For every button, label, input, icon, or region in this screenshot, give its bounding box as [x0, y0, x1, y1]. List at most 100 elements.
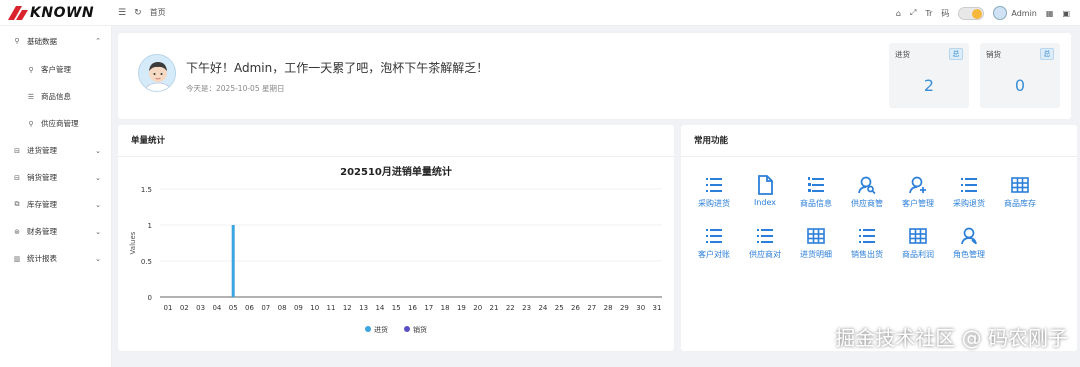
sidebar-item-suppliers[interactable]: ⚲ 供应商管理 [0, 110, 111, 137]
y-tick-label: 0.5 [141, 258, 152, 266]
x-tick-label: 07 [261, 304, 270, 312]
greeting-text: 下午好！Admin，工作一天累了吧，泡杯下午茶解解乏！ [186, 61, 489, 75]
card-title: 单量统计 [118, 125, 674, 157]
function-label: 角色管理 [953, 250, 985, 259]
function-label: 供应商对 [749, 250, 781, 259]
sidebar-item-label: 供应商管理 [41, 119, 79, 128]
common-functions-card: 常用功能 采购进货 Index 商品信息 供应商管 客户管理 采购退货 商品库存 客户对账 供应… [681, 125, 1077, 351]
home-icon[interactable]: ⌂ [896, 9, 901, 18]
refresh-icon[interactable]: ↻ [134, 8, 142, 18]
stat-title: 进货 [895, 50, 910, 59]
legend-label: 销货 [413, 325, 427, 334]
function-item[interactable]: Index [740, 175, 790, 215]
x-tick-label: 14 [375, 304, 384, 312]
theme-toggle[interactable] [958, 6, 985, 20]
sidebar-item-products[interactable]: ☰ 商品信息 [0, 83, 111, 110]
document-icon [755, 175, 775, 195]
function-label: 供应商管 [851, 199, 883, 208]
list-icon [857, 226, 877, 246]
breadcrumb[interactable]: 首页 [150, 7, 166, 18]
stat-purchase[interactable]: 进货 总 2 [889, 43, 969, 108]
top-header: KNOWN ☰ ↻ 首页 ⌂ ⤢ Tr 码 Admin ▦ ▣ [0, 0, 1080, 26]
sidebar-item-label: 商品信息 [41, 92, 71, 101]
logo-text: KNOWN [30, 4, 95, 21]
x-tick-label: 30 [636, 304, 645, 312]
x-tick-label: 26 [571, 304, 580, 312]
bar-purchase [231, 225, 235, 297]
font-size-button[interactable]: Tr [925, 9, 932, 18]
table-icon [806, 226, 826, 246]
sidebar-item-label: 销货管理 [27, 173, 57, 182]
stat-sales[interactable]: 销货 总 0 [980, 43, 1060, 108]
x-tick-label: 17 [424, 304, 433, 312]
stat-badge-icon: 总 [949, 48, 963, 60]
table-icon [908, 226, 928, 246]
function-label: 客户管理 [902, 199, 934, 208]
avatar [138, 54, 176, 92]
x-tick-label: 01 [164, 304, 173, 312]
function-label: 商品信息 [800, 199, 832, 208]
x-tick-label: 21 [490, 304, 499, 312]
function-item[interactable]: 采购退货 [944, 175, 994, 215]
avatar[interactable] [993, 6, 1008, 20]
logo[interactable]: KNOWN [0, 0, 112, 26]
menu-icon[interactable]: ☰ [118, 8, 126, 18]
x-tick-label: 25 [555, 304, 564, 312]
order-stats-chart: 202510月进销单量统计 0 0.5 1 1.5 Values 01 02 03 04 05 06 0… [129, 165, 662, 334]
y-tick-label: 1.5 [141, 186, 152, 194]
sun-icon [972, 8, 983, 19]
chart-icon: ▥ [13, 254, 21, 263]
x-tick-label: 24 [538, 304, 547, 312]
sidebar-item-label: 财务管理 [27, 227, 57, 236]
sidebar-item-reports[interactable]: ▥ 统计报表 ⌄ [0, 245, 111, 272]
function-item[interactable]: 采购进货 [689, 175, 739, 215]
sidebar-item-basic-data[interactable]: ⚲ 基础数据 ⌃ [0, 26, 111, 56]
welcome-card: 下午好！Admin，工作一天累了吧，泡杯下午茶解解乏！ 今天是：2025-10-… [118, 33, 1071, 119]
y-tick-label: 0 [148, 294, 152, 302]
grid-icon[interactable]: ▦ [1046, 9, 1054, 18]
legend-marker-sales [404, 326, 410, 332]
function-item[interactable]: 进货明细 [791, 226, 841, 266]
sidebar: ⚲ 基础数据 ⌃ ⚲ 客户管理 ☰ 商品信息 ⚲ 供应商管理 ⊟ 进货管理 ⌄ … [0, 26, 112, 367]
function-item[interactable]: 供应商对 [740, 226, 790, 266]
x-tick-label: 29 [620, 304, 629, 312]
function-item[interactable]: 角色管理 [944, 226, 994, 266]
fullscreen-icon[interactable]: ⤢ [910, 8, 916, 18]
inbox-icon: ⊟ [14, 146, 20, 155]
layout-button[interactable]: 码 [941, 8, 949, 19]
table-icon [1010, 175, 1030, 195]
supplier-icon: ⚲ [28, 119, 34, 128]
sidebar-item-stock[interactable]: ⧉ 库存管理 ⌄ [0, 191, 111, 218]
username[interactable]: Admin [1011, 9, 1037, 18]
sidebar-item-purchase[interactable]: ⊟ 进货管理 ⌄ [0, 137, 111, 164]
x-tick-label: 03 [196, 304, 205, 312]
sidebar-item-finance[interactable]: ⊛ 财务管理 ⌄ [0, 218, 111, 245]
x-tick-label: 16 [408, 304, 417, 312]
sidebar-item-customers[interactable]: ⚲ 客户管理 [0, 56, 111, 83]
function-item[interactable]: 商品利润 [893, 226, 943, 266]
settings-icon[interactable]: ▣ [1062, 9, 1070, 18]
list-icon [755, 226, 775, 246]
function-item[interactable]: 商品库存 [995, 175, 1045, 215]
list-icon: ☰ [27, 92, 35, 101]
function-label: 销售出货 [851, 250, 883, 259]
stat-title: 销货 [986, 50, 1001, 59]
function-item[interactable]: 供应商管 [842, 175, 892, 215]
sidebar-item-label: 客户管理 [41, 65, 71, 74]
chart-title: 202510月进销单量统计 [340, 165, 452, 178]
sidebar-item-sales[interactable]: ⊟ 销货管理 ⌄ [0, 164, 111, 191]
function-item[interactable]: 客户对账 [689, 226, 739, 266]
stat-value: 2 [923, 76, 935, 95]
stat-badge-icon: 总 [1040, 48, 1054, 60]
x-tick-label: 02 [180, 304, 189, 312]
function-item[interactable]: 商品信息 [791, 175, 841, 215]
function-label: Index [753, 198, 777, 207]
function-label: 进货明细 [800, 250, 832, 259]
function-item[interactable]: 销售出货 [842, 226, 892, 266]
x-tick-label: 13 [359, 304, 368, 312]
users-icon [959, 226, 979, 246]
x-tick-label: 05 [229, 304, 238, 312]
function-item[interactable]: 客户管理 [893, 175, 943, 215]
user-add-icon [908, 175, 928, 195]
function-label: 商品利润 [902, 250, 934, 259]
